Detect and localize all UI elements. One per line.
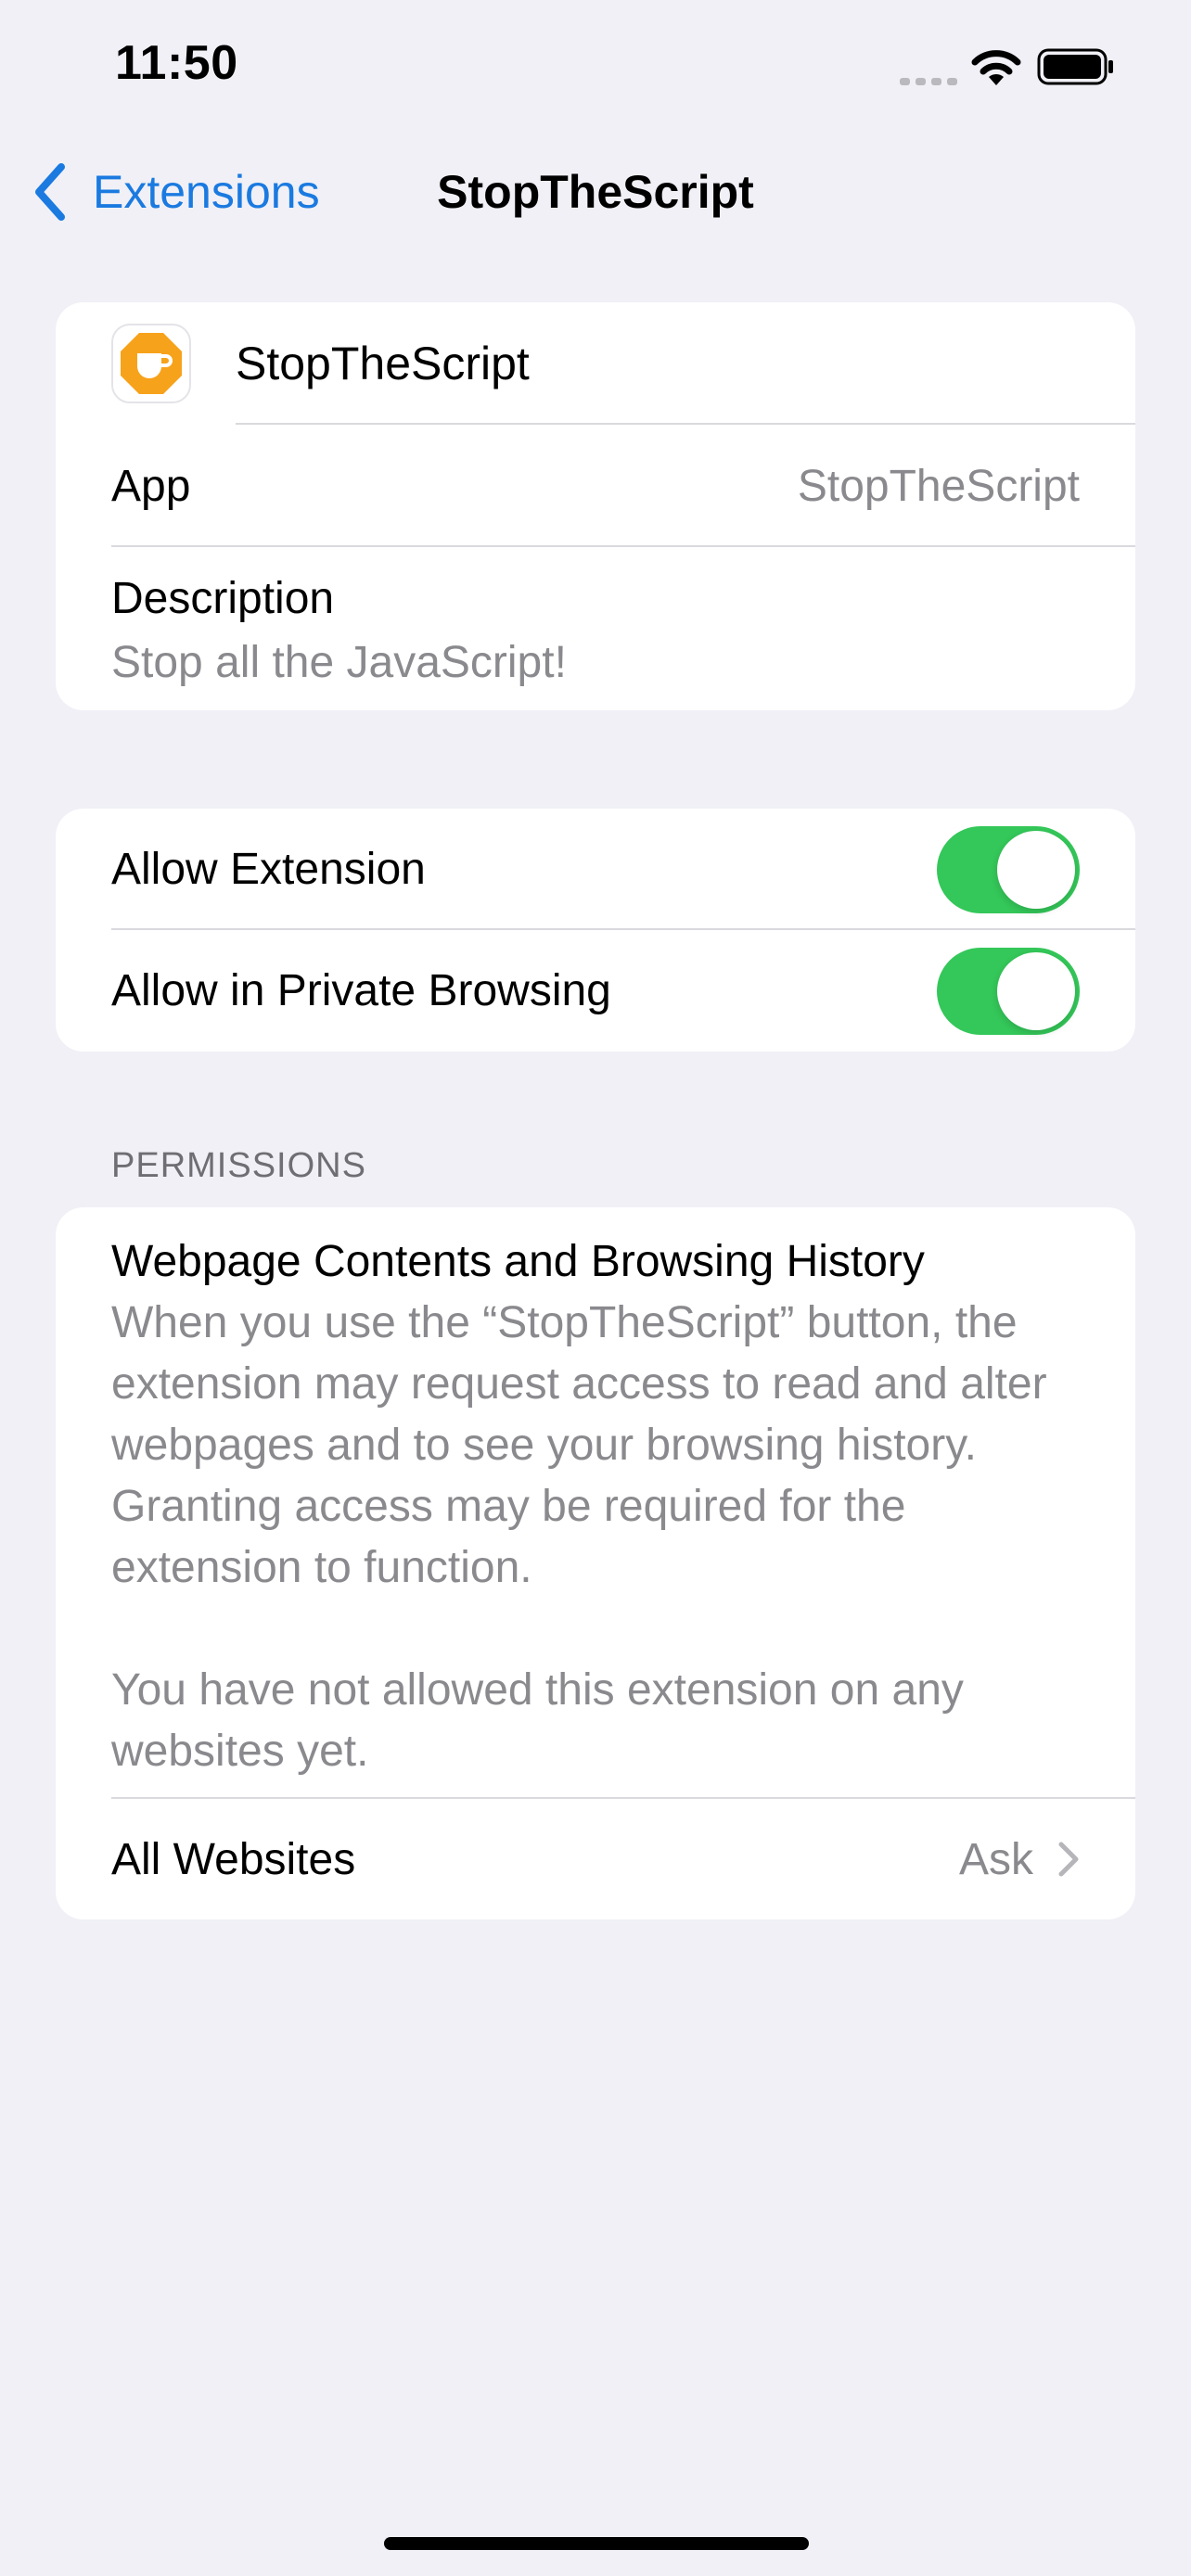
- description-value: Stop all the JavaScript!: [111, 638, 567, 687]
- all-websites-value: Ask: [958, 1834, 1033, 1884]
- extension-info-card: StopTheScript App StopTheScript Descript…: [56, 302, 1135, 710]
- coffee-cup-icon: [121, 333, 182, 394]
- allow-private-browsing-toggle[interactable]: [937, 947, 1080, 1035]
- app-row: App StopTheScript: [56, 425, 1135, 547]
- toggle-knob: [997, 830, 1075, 909]
- permission-title: Webpage Contents and Browsing History: [111, 1237, 925, 1286]
- all-websites-label: All Websites: [111, 1834, 356, 1884]
- allow-extension-toggle[interactable]: [937, 825, 1080, 913]
- allow-private-browsing-row: Allow in Private Browsing: [56, 930, 1135, 1052]
- all-websites-row[interactable]: All Websites Ask: [56, 1799, 1135, 1919]
- permission-description: When you use the “StopTheScript” button,…: [111, 1298, 1047, 1592]
- battery-icon: [1037, 48, 1113, 85]
- chevron-right-icon: [1058, 1842, 1079, 1877]
- page-title: StopTheScript: [437, 166, 754, 218]
- app-icon: [111, 324, 191, 403]
- permission-note: You have not allowed this extension on a…: [111, 1665, 964, 1776]
- toggle-knob: [997, 951, 1075, 1030]
- allow-extension-label: Allow Extension: [111, 845, 426, 894]
- cellular-signal-icon: [900, 74, 957, 85]
- home-indicator[interactable]: [384, 2537, 809, 2550]
- allow-private-browsing-label: Allow in Private Browsing: [111, 966, 611, 1015]
- permissions-card: Webpage Contents and Browsing History Wh…: [56, 1207, 1135, 1919]
- app-header-row: StopTheScript: [56, 302, 1135, 425]
- description-row: Description Stop all the JavaScript!: [56, 547, 1135, 710]
- description-label: Description: [111, 574, 335, 623]
- wifi-icon: [971, 50, 1021, 85]
- settings-screen: 11:50 Extensions StopTheScript StopTheSc…: [0, 0, 1191, 2576]
- permission-info: Webpage Contents and Browsing History Wh…: [56, 1207, 1135, 1799]
- status-time: 11:50: [115, 36, 238, 90]
- app-row-value: StopTheScript: [797, 461, 1080, 511]
- permissions-section-header: PERMISSIONS: [111, 1146, 366, 1185]
- app-name: StopTheScript: [236, 338, 530, 389]
- extension-toggles-card: Allow Extension Allow in Private Browsin…: [56, 809, 1135, 1052]
- app-row-label: App: [111, 461, 191, 511]
- all-websites-value-wrap: Ask: [959, 1834, 1080, 1885]
- allow-extension-row: Allow Extension: [56, 809, 1135, 930]
